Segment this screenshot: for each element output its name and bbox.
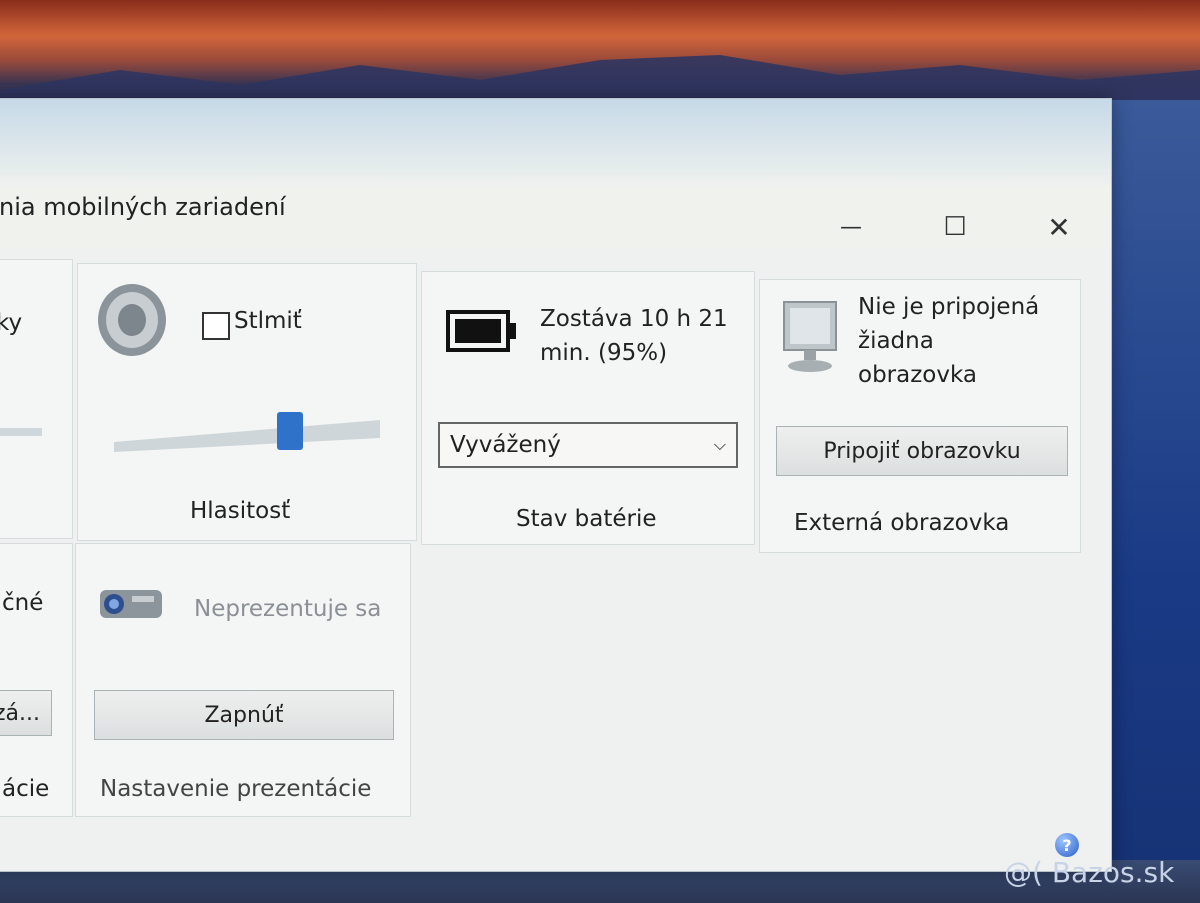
maximize-button[interactable]: ☐ (931, 209, 979, 245)
desktop-wallpaper-right (1100, 100, 1200, 903)
tile-sync-footer-fragment: ácie (2, 776, 50, 802)
close-button[interactable]: ✕ (1035, 209, 1083, 245)
battery-icon (446, 310, 516, 352)
watermark: @( Bazos.sk (1004, 856, 1175, 889)
mobility-center-window: nia mobilných zariadení — ☐ ✕ ky Stlmiť … (0, 98, 1112, 872)
tile-external-display: Nie je pripojená žiadna obrazovka Pripoj… (759, 279, 1081, 553)
tile-sync-label-fragment: čné (2, 590, 44, 616)
mute-checkbox[interactable] (202, 312, 230, 340)
display-status-line2: žiadna (858, 328, 934, 354)
maximize-icon: ☐ (943, 212, 967, 242)
volume-footer-label: Hlasitosť (190, 498, 291, 524)
minimize-icon: — (840, 214, 862, 240)
presentation-toggle-button[interactable]: Zapnúť (94, 690, 394, 740)
display-status-line3: obrazovka (858, 362, 977, 388)
volume-slider[interactable] (114, 404, 380, 452)
presentation-footer-label: Nastavenie prezentácie (100, 776, 372, 802)
tile-brightness-label-fragment: ky (0, 310, 23, 336)
tile-presentation: Neprezentuje sa Zapnúť Nastavenie prezen… (75, 543, 411, 817)
tile-sync-partial: čné zá... ácie (0, 543, 73, 817)
presentation-status: Neprezentuje sa (194, 596, 382, 622)
battery-status-line1: Zostáva 10 h 21 (540, 306, 728, 332)
power-plan-select[interactable]: Vyvážený ⌵ (438, 422, 738, 468)
brightness-slider-track[interactable] (0, 428, 42, 436)
speaker-icon (98, 284, 166, 356)
battery-footer-label: Stav batérie (516, 506, 657, 532)
close-icon: ✕ (1047, 210, 1071, 244)
chevron-down-icon: ⌵ (713, 435, 726, 454)
monitor-icon (783, 301, 837, 372)
display-footer-label: Externá obrazovka (794, 510, 1010, 536)
display-status-line1: Nie je pripojená (858, 294, 1040, 320)
tile-battery: Zostáva 10 h 21 min. (95%) Vyvážený ⌵ St… (421, 271, 755, 545)
mute-label: Stlmiť (234, 308, 302, 334)
volume-slider-thumb[interactable] (277, 412, 303, 450)
partial-left-button[interactable]: zá... (0, 690, 52, 736)
window-title: nia mobilných zariadení (0, 193, 286, 221)
tile-brightness-partial: ky (0, 259, 73, 539)
help-icon[interactable]: ? (1055, 833, 1079, 857)
tile-volume: Stlmiť Hlasitosť (77, 263, 417, 541)
connect-display-button[interactable]: Pripojiť obrazovku (776, 426, 1068, 476)
battery-status-line2: min. (95%) (540, 340, 668, 366)
minimize-button[interactable]: — (827, 209, 875, 245)
power-plan-selected: Vyvážený (450, 432, 561, 458)
projector-icon (100, 590, 162, 618)
battery-level-fill (455, 319, 501, 343)
